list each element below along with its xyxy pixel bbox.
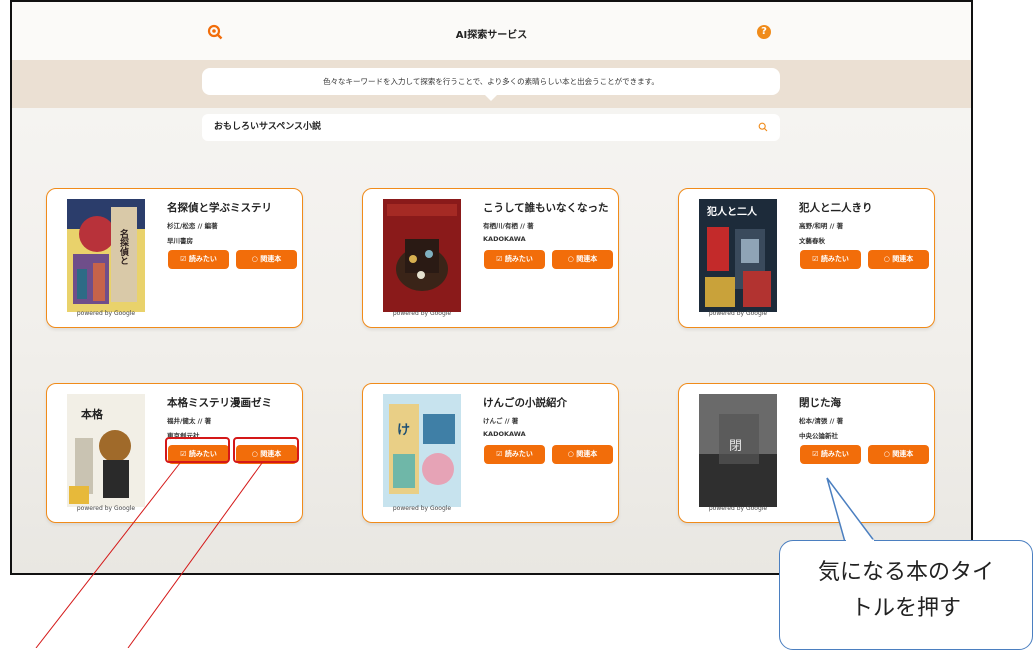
- callout-pointer-cover: [846, 539, 874, 543]
